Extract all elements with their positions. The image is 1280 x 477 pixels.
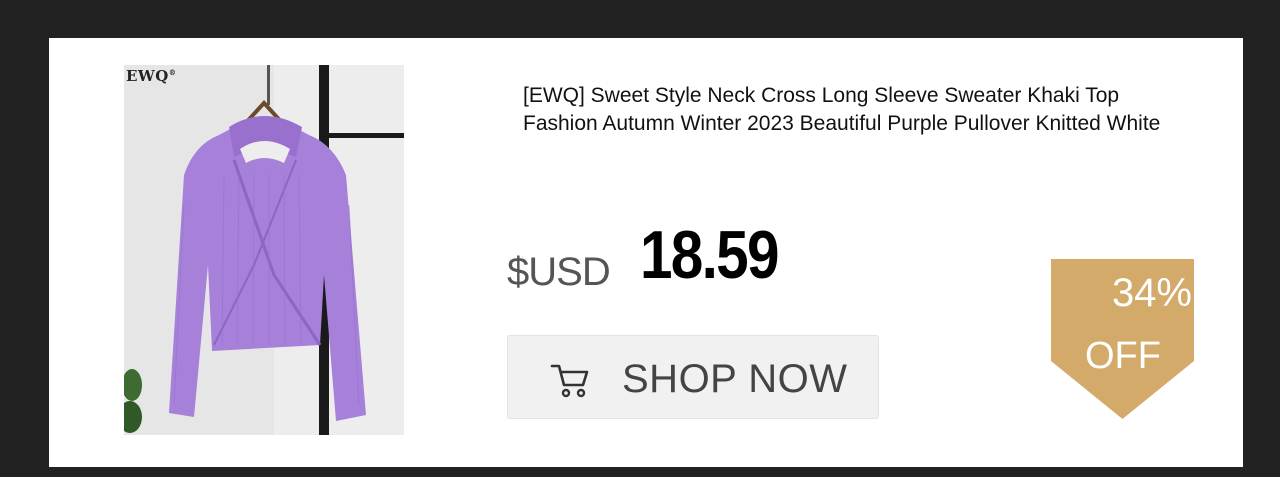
product-image[interactable]: EWQ®: [124, 65, 404, 435]
discount-badge: 34% OFF: [1051, 259, 1194, 419]
price-amount: 18.59: [640, 217, 779, 293]
sweater-photo-icon: [124, 65, 404, 435]
brand-logo: EWQ®: [126, 67, 177, 85]
product-card: EWQ® [EWQ] Sweet Style Neck Cross Long S…: [49, 38, 1243, 467]
product-title[interactable]: [EWQ] Sweet Style Neck Cross Long Sleeve…: [523, 82, 1163, 138]
price-row: $USD 18.59: [507, 216, 907, 296]
shop-now-label: SHOP NOW: [622, 357, 848, 401]
discount-percent: 34%: [1111, 271, 1192, 315]
price-currency: $USD: [507, 250, 611, 294]
shopping-cart-icon: [550, 361, 590, 399]
discount-off-label: OFF: [1085, 335, 1161, 377]
shop-now-button[interactable]: SHOP NOW: [507, 335, 879, 419]
